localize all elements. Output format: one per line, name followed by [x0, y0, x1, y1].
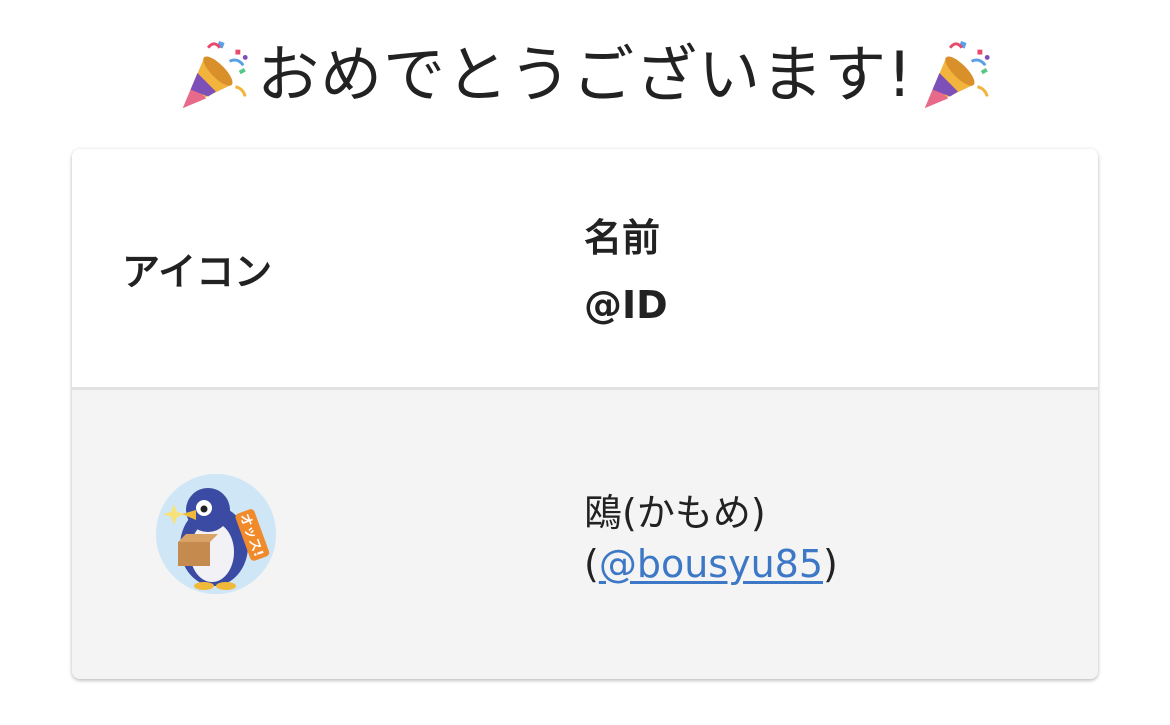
- user-id: (@bousyu85): [584, 542, 838, 586]
- column-header-id: @ID: [584, 283, 668, 327]
- table-header: アイコン 名前 @ID: [72, 149, 1098, 390]
- party-popper-icon: [917, 36, 995, 114]
- paren-close: ): [823, 542, 838, 586]
- party-popper-icon: [175, 36, 253, 114]
- paren-open: (: [584, 542, 599, 586]
- user-id-link[interactable]: @bousyu85: [599, 542, 823, 586]
- table-row: オッス! 鴎(かもめ) (@bousyu85): [72, 390, 1098, 679]
- heading: おめでとうございます!: [0, 30, 1170, 120]
- column-header-name: 名前: [584, 216, 661, 260]
- page-title: おめでとうございます!: [257, 38, 913, 111]
- page: おめでとうございます! アイコン 名前 @ID オッス! 鴎(かもめ) (@bo…: [0, 0, 1170, 725]
- penguin-avatar-icon: オッス!: [156, 474, 276, 594]
- column-header-icon: アイコン: [122, 250, 273, 294]
- users-table: アイコン 名前 @ID オッス! 鴎(かもめ) (@bousyu85): [72, 149, 1098, 679]
- user-name: 鴎(かもめ): [584, 491, 766, 535]
- avatar: オッス!: [156, 474, 276, 594]
